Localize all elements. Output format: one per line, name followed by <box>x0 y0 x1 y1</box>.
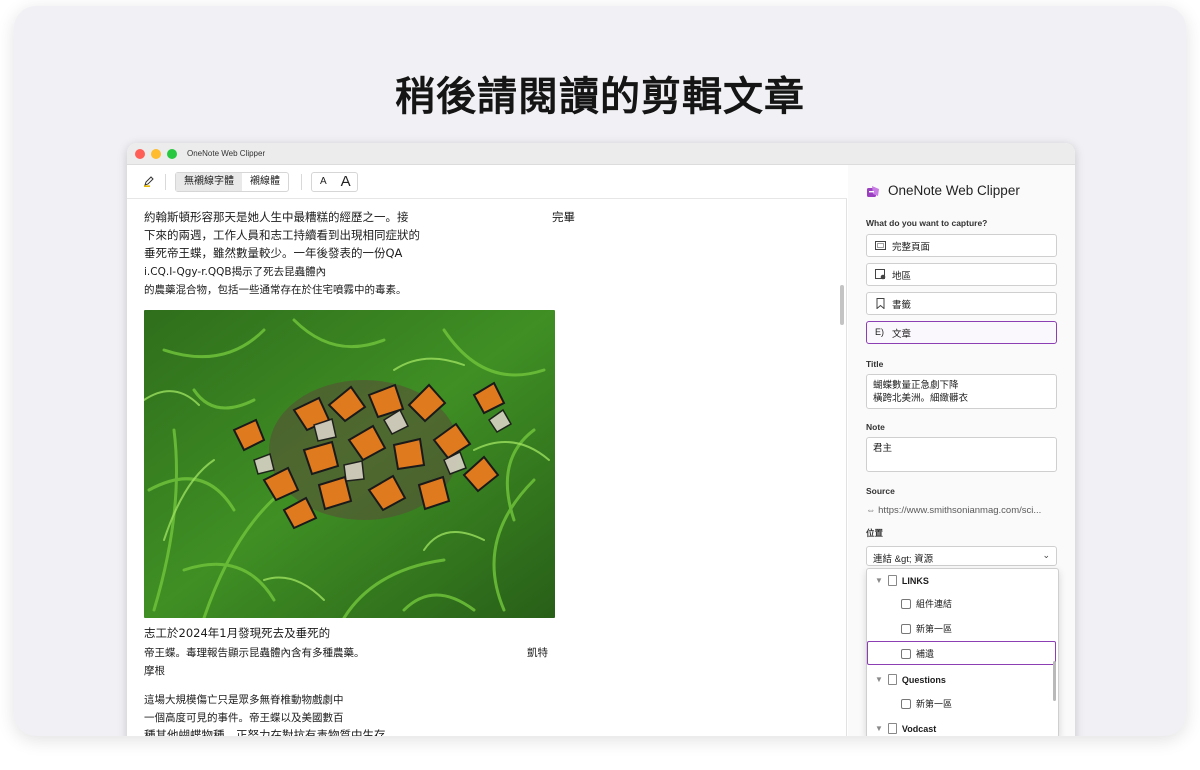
section-item-selected[interactable]: 補遺 <box>901 647 934 660</box>
section-label: 新第一區 <box>916 624 953 634</box>
location-value: 連結 &gt; 資源 <box>873 554 934 565</box>
hero-card: 稍後請閱讀的剪輯文章 OneNote Web Clipper 無襯線字體 襯線體 <box>14 6 1186 736</box>
maximize-window-button[interactable] <box>167 149 177 159</box>
page-headline: 稍後請閱讀的剪輯文章 <box>395 74 805 120</box>
location-select[interactable]: 連結 &gt; 資源 ⌄ <box>866 546 1057 566</box>
article-scrollbar[interactable] <box>840 285 844 325</box>
article-text-line: 垂死帝王蝶，雖然數量較少。一年後發表的一份QA <box>144 246 403 260</box>
section-group-questions[interactable]: ▼ Questions <box>875 674 946 685</box>
option-label: 完整頁面 <box>892 241 931 253</box>
increase-font-button[interactable]: A <box>335 173 357 191</box>
onenote-logo-icon <box>867 186 879 197</box>
highlighter-icon[interactable] <box>143 175 155 187</box>
location-dropdown: ▼ LINKS 組件連結 新第一區 補遺 ▼ Questions 新第一區 ▼ … <box>866 568 1059 736</box>
decrease-font-button[interactable]: A <box>312 173 335 191</box>
photo-credit: 摩根 <box>144 665 165 677</box>
sans-serif-button[interactable]: 無襯線字體 <box>176 173 242 191</box>
section-group-label: Vodcast <box>901 723 937 734</box>
browser-window: OneNote Web Clipper 無襯線字體 襯線體 A A 約翰斯頓形容… <box>127 143 1075 736</box>
clipper-title: OneNote Web Clipper <box>888 183 1020 198</box>
article-preview: 無襯線字體 襯線體 A A 約翰斯頓形容那天是她人生中最糟糕的經歷之一。接 完畢… <box>127 165 847 736</box>
source-url: ⇔ https://www.smithsonianmag.com/sci... <box>866 505 1041 516</box>
source-label: Source <box>866 486 895 496</box>
article-text-line: 下來的兩週，工作人員和志工持續看到出現相同症狀的 <box>144 228 420 242</box>
title-input[interactable]: 蝴蝶數量正急劇下降 橫跨北美洲。細緻髒衣 <box>866 374 1057 409</box>
close-window-button[interactable] <box>135 149 145 159</box>
article-text-line: 完畢 <box>552 210 575 224</box>
window-title: OneNote Web Clipper <box>187 149 266 158</box>
section-group-label: Questions <box>901 674 946 685</box>
font-family-toggle: 無襯線字體 襯線體 <box>175 172 289 192</box>
capture-bookmark-button[interactable]: 書籤 <box>866 292 1057 315</box>
notebook-icon <box>887 575 897 586</box>
note-label: Note <box>866 422 885 432</box>
dropdown-scrollbar[interactable] <box>1053 661 1056 701</box>
photo-credit: 凱特 <box>527 647 548 659</box>
section-group-vodcast[interactable]: ▼ Vodcast <box>875 723 936 734</box>
section-group-links[interactable]: ▼ LINKS <box>875 575 929 586</box>
article-text-line: i.CQ.I-Qgy-r.QQB揭示了死去昆蟲體內 <box>144 266 327 278</box>
article-text-line: 這場大規模傷亡只是眾多無脊椎動物戲劇中 <box>144 694 344 706</box>
toolbar-divider <box>301 174 302 190</box>
photo-caption-line: 志工於2024年1月發現死去及垂死的 <box>144 626 331 640</box>
section-label: 新第一區 <box>916 699 953 709</box>
section-icon <box>901 598 911 609</box>
notebook-icon <box>887 723 897 734</box>
article-icon: E) <box>875 327 884 337</box>
expand-triangle-icon: ▼ <box>875 576 883 585</box>
article-text-line: 種其他蝴蝶物種，正努力在對抗有毒物質中生存 <box>144 728 386 736</box>
capture-label: What do you want to capture? <box>866 218 988 228</box>
region-icon <box>875 269 886 280</box>
bookmark-icon <box>876 298 885 309</box>
article-text-line: 的農藥混合物，包括一些通常存在於住宅噴霧中的毒素。 <box>144 284 407 296</box>
link-icon: ⇔ <box>866 505 879 516</box>
article-text-line: 約翰斯頓形容那天是她人生中最糟糕的經歷之一。接 <box>144 210 409 224</box>
option-label: 地區 <box>892 270 912 282</box>
selected-section-outline <box>867 641 1056 665</box>
section-icon <box>901 698 911 709</box>
window-titlebar: OneNote Web Clipper <box>127 143 1075 165</box>
title-label: Title <box>866 359 884 369</box>
capture-article-button[interactable]: E) 文章 <box>866 321 1057 344</box>
option-label: 書籤 <box>892 299 912 311</box>
font-size-toggle: A A <box>311 172 358 192</box>
full-page-icon <box>875 241 886 250</box>
expand-triangle-icon: ▼ <box>875 724 883 733</box>
option-label: 文章 <box>892 328 912 340</box>
note-input[interactable]: 君主 <box>866 437 1057 472</box>
section-icon <box>901 648 911 659</box>
article-text-line: 一個高度可見的事件。帝王蝶以及美國數百 <box>144 712 344 724</box>
photo-caption-line: 帝王蝶。毒理報告顯示昆蟲體內含有多種農藥。 <box>144 647 365 659</box>
expand-triangle-icon: ▼ <box>875 675 883 684</box>
section-label: 組件連結 <box>916 599 953 609</box>
clipper-panel: OneNote Web Clipper What do you want to … <box>848 165 1075 736</box>
section-label: 補遺 <box>916 649 935 659</box>
section-item[interactable]: 新第一區 <box>901 697 952 710</box>
capture-region-button[interactable]: 地區 <box>866 263 1057 286</box>
article-toolbar: 無襯線字體 襯線體 A A <box>127 165 847 199</box>
source-url-text: https://www.smithsonianmag.com/sci... <box>878 505 1042 516</box>
chevron-down-icon: ⌄ <box>1042 550 1050 560</box>
section-group-label: LINKS <box>901 575 929 586</box>
butterflies-photo <box>144 310 555 618</box>
capture-full-page-button[interactable]: 完整頁面 <box>866 234 1057 257</box>
notebook-icon <box>887 674 897 685</box>
toolbar-divider <box>165 174 166 190</box>
minimize-window-button[interactable] <box>151 149 161 159</box>
section-icon <box>901 623 911 634</box>
section-item[interactable]: 新第一區 <box>901 622 952 635</box>
serif-button[interactable]: 襯線體 <box>242 173 288 191</box>
section-item[interactable]: 組件連結 <box>901 597 952 610</box>
location-label: 位置 <box>866 528 884 538</box>
